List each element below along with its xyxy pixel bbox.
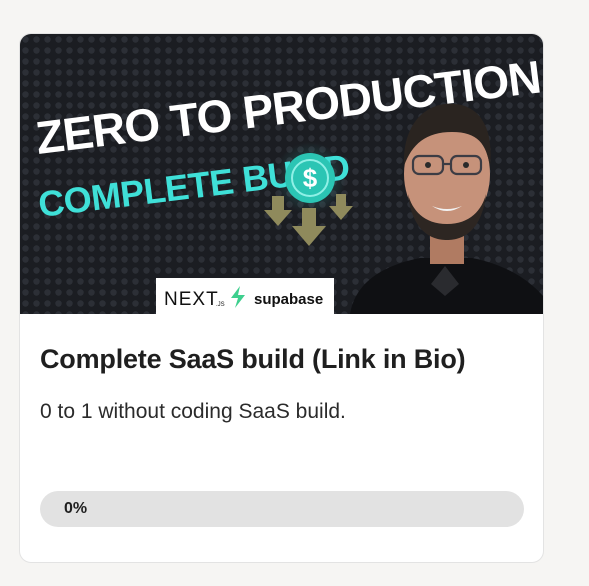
coin-symbol: $ [303, 163, 318, 193]
nextjs-logo-text: NEXT [164, 289, 219, 310]
supabase-logo-text: supabase [254, 291, 323, 308]
progress-bar: 0% [40, 491, 524, 527]
dollar-coin-icon: $ [274, 142, 346, 214]
course-title[interactable]: Complete SaaS build (Link in Bio) [40, 344, 466, 375]
nextjs-logo-suffix: .JS [216, 302, 225, 308]
thumbnail-artwork: ZERO TO PRODUCTION COMPLETE BUILD $ NEXT… [20, 34, 543, 314]
course-description: 0 to 1 without coding SaaS build. [40, 400, 346, 423]
course-card[interactable]: ZERO TO PRODUCTION COMPLETE BUILD $ NEXT… [19, 33, 544, 563]
course-thumbnail[interactable]: ZERO TO PRODUCTION COMPLETE BUILD $ NEXT… [20, 34, 543, 314]
progress-label: 0% [64, 500, 88, 517]
tech-logos-banner: NEXT .JS supabase [156, 278, 334, 314]
